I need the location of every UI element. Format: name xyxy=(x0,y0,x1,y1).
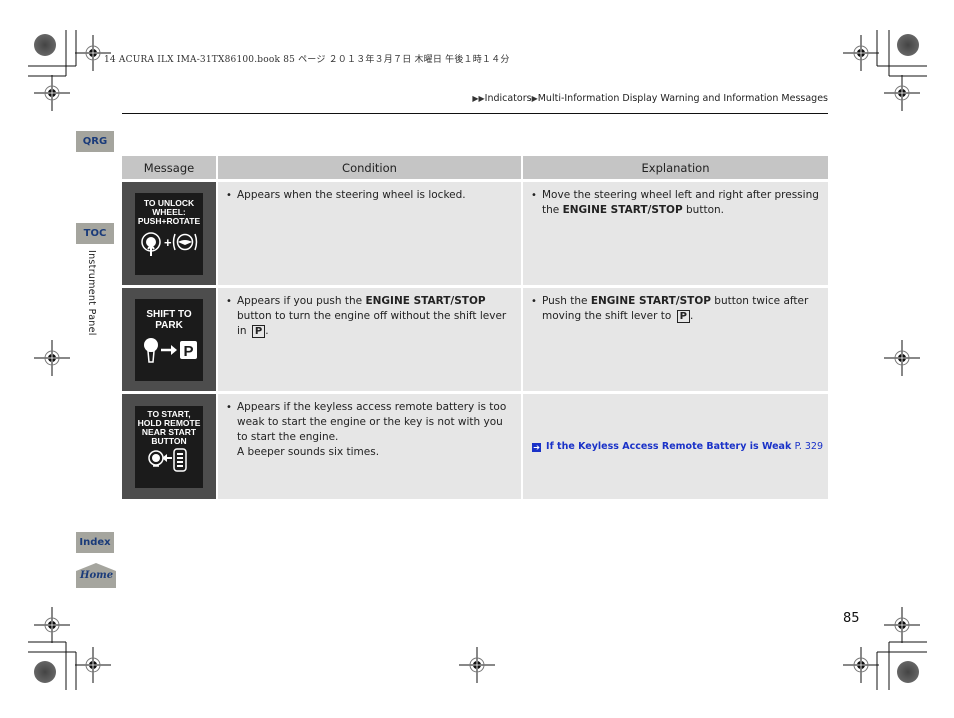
bullet-icon: • xyxy=(531,190,537,201)
message-cell: TO UNLOCK WHEEL: PUSH+ROTATE + xyxy=(122,182,218,285)
punctuation: . xyxy=(265,325,269,337)
header-condition: Condition xyxy=(218,156,523,179)
button-name: ENGINE START/STOP xyxy=(365,295,486,307)
bullet-icon: • xyxy=(531,296,537,307)
display-screen: SHIFT TO PARK P xyxy=(135,298,203,381)
home-tab[interactable]: Home xyxy=(76,563,116,592)
breadcrumb-item-indicators[interactable]: Indicators xyxy=(485,93,532,104)
header-rule xyxy=(122,113,828,114)
bullet-icon: • xyxy=(226,402,232,413)
remote-to-start-button-icon xyxy=(148,447,187,472)
shift-lever-to-park-icon: P xyxy=(144,337,197,363)
double-triangle-right-icon: ▶▶ xyxy=(472,94,485,103)
reference-arrow-icon: ➔ xyxy=(532,443,542,452)
message-cell: TO START, HOLD REMOTE NEAR START BUTTON xyxy=(122,394,218,499)
explanation-cell: ➔ If the Keyless Access Remote Battery is… xyxy=(523,394,828,499)
display-line: SHIFT TO xyxy=(146,308,192,320)
index-tab[interactable]: Index xyxy=(76,532,114,553)
table-row: SHIFT TO PARK P • Appears if you push th… xyxy=(122,288,828,391)
condition-note: A beeper sounds six times. xyxy=(237,446,380,458)
display-line: BUTTON xyxy=(151,435,187,446)
keyless-remote-battery-weak-link[interactable]: ➔ If the Keyless Access Remote Battery is… xyxy=(532,441,823,452)
table-header-row: Message Condition Explanation xyxy=(122,156,828,179)
link-text: If the Keyless Access Remote Battery is … xyxy=(546,441,792,452)
display-screen: TO START, HOLD REMOTE NEAR START BUTTON xyxy=(135,405,203,488)
page-reference: P. 329 xyxy=(794,441,823,452)
park-position-badge: P xyxy=(251,325,266,338)
display-line: PARK xyxy=(155,319,183,331)
section-label: Instrument Panel xyxy=(86,250,97,336)
display-line: PUSH+ROTATE xyxy=(137,215,201,226)
condition-text: Appears if you push the xyxy=(237,295,366,307)
page-number: 85 xyxy=(843,611,860,626)
condition-text: Appears when the steering wheel is locke… xyxy=(237,189,466,201)
push-button-plus-steering-wheel-icon: + xyxy=(141,231,198,256)
button-name: ENGINE START/STOP xyxy=(562,204,683,216)
bullet-icon: • xyxy=(226,190,232,201)
svg-text:P: P xyxy=(184,343,194,360)
condition-text: button to turn the engine off without th… xyxy=(237,310,507,337)
home-label: Home xyxy=(80,570,114,581)
message-table: Message Condition Explanation TO UNLOCK … xyxy=(122,156,828,499)
breadcrumb-item-current: Multi-Information Display Warning and In… xyxy=(537,93,828,104)
qrg-tab[interactable]: QRG xyxy=(76,131,114,152)
condition-cell: • Appears when the steering wheel is loc… xyxy=(218,182,523,285)
svg-text:+: + xyxy=(164,235,172,250)
display-screen: TO UNLOCK WHEEL: PUSH+ROTATE + xyxy=(135,192,203,275)
table-row: TO START, HOLD REMOTE NEAR START BUTTON xyxy=(122,394,828,499)
print-job-header: 14 ACURA ILX IMA-31TX86100.book 85 ページ ２… xyxy=(104,55,510,65)
condition-text: Appears if the keyless access remote bat… xyxy=(237,401,507,443)
condition-cell: • Appears if the keyless access remote b… xyxy=(218,394,523,499)
message-cell: SHIFT TO PARK P xyxy=(122,288,218,391)
explanation-cell: • Push the ENGINE START/STOP button twic… xyxy=(523,288,828,391)
park-position-badge: P xyxy=(676,310,690,323)
breadcrumb: ▶▶Indicators▶Multi-Information Display W… xyxy=(472,93,828,104)
header-message: Message xyxy=(122,156,218,179)
bullet-icon: • xyxy=(226,296,232,307)
header-explanation: Explanation xyxy=(523,156,828,179)
explanation-cell: • Move the steering wheel left and right… xyxy=(523,182,828,285)
condition-cell: • Appears if you push the ENGINE START/S… xyxy=(218,288,523,391)
toc-tab[interactable]: TOC xyxy=(76,223,114,244)
explanation-text: Push the xyxy=(542,295,591,307)
table-row: TO UNLOCK WHEEL: PUSH+ROTATE + • Appears… xyxy=(122,182,828,285)
punctuation: . xyxy=(689,310,694,322)
explanation-text: button. xyxy=(682,204,724,216)
button-name: ENGINE START/STOP xyxy=(590,295,711,307)
color-target-icon xyxy=(34,34,56,56)
